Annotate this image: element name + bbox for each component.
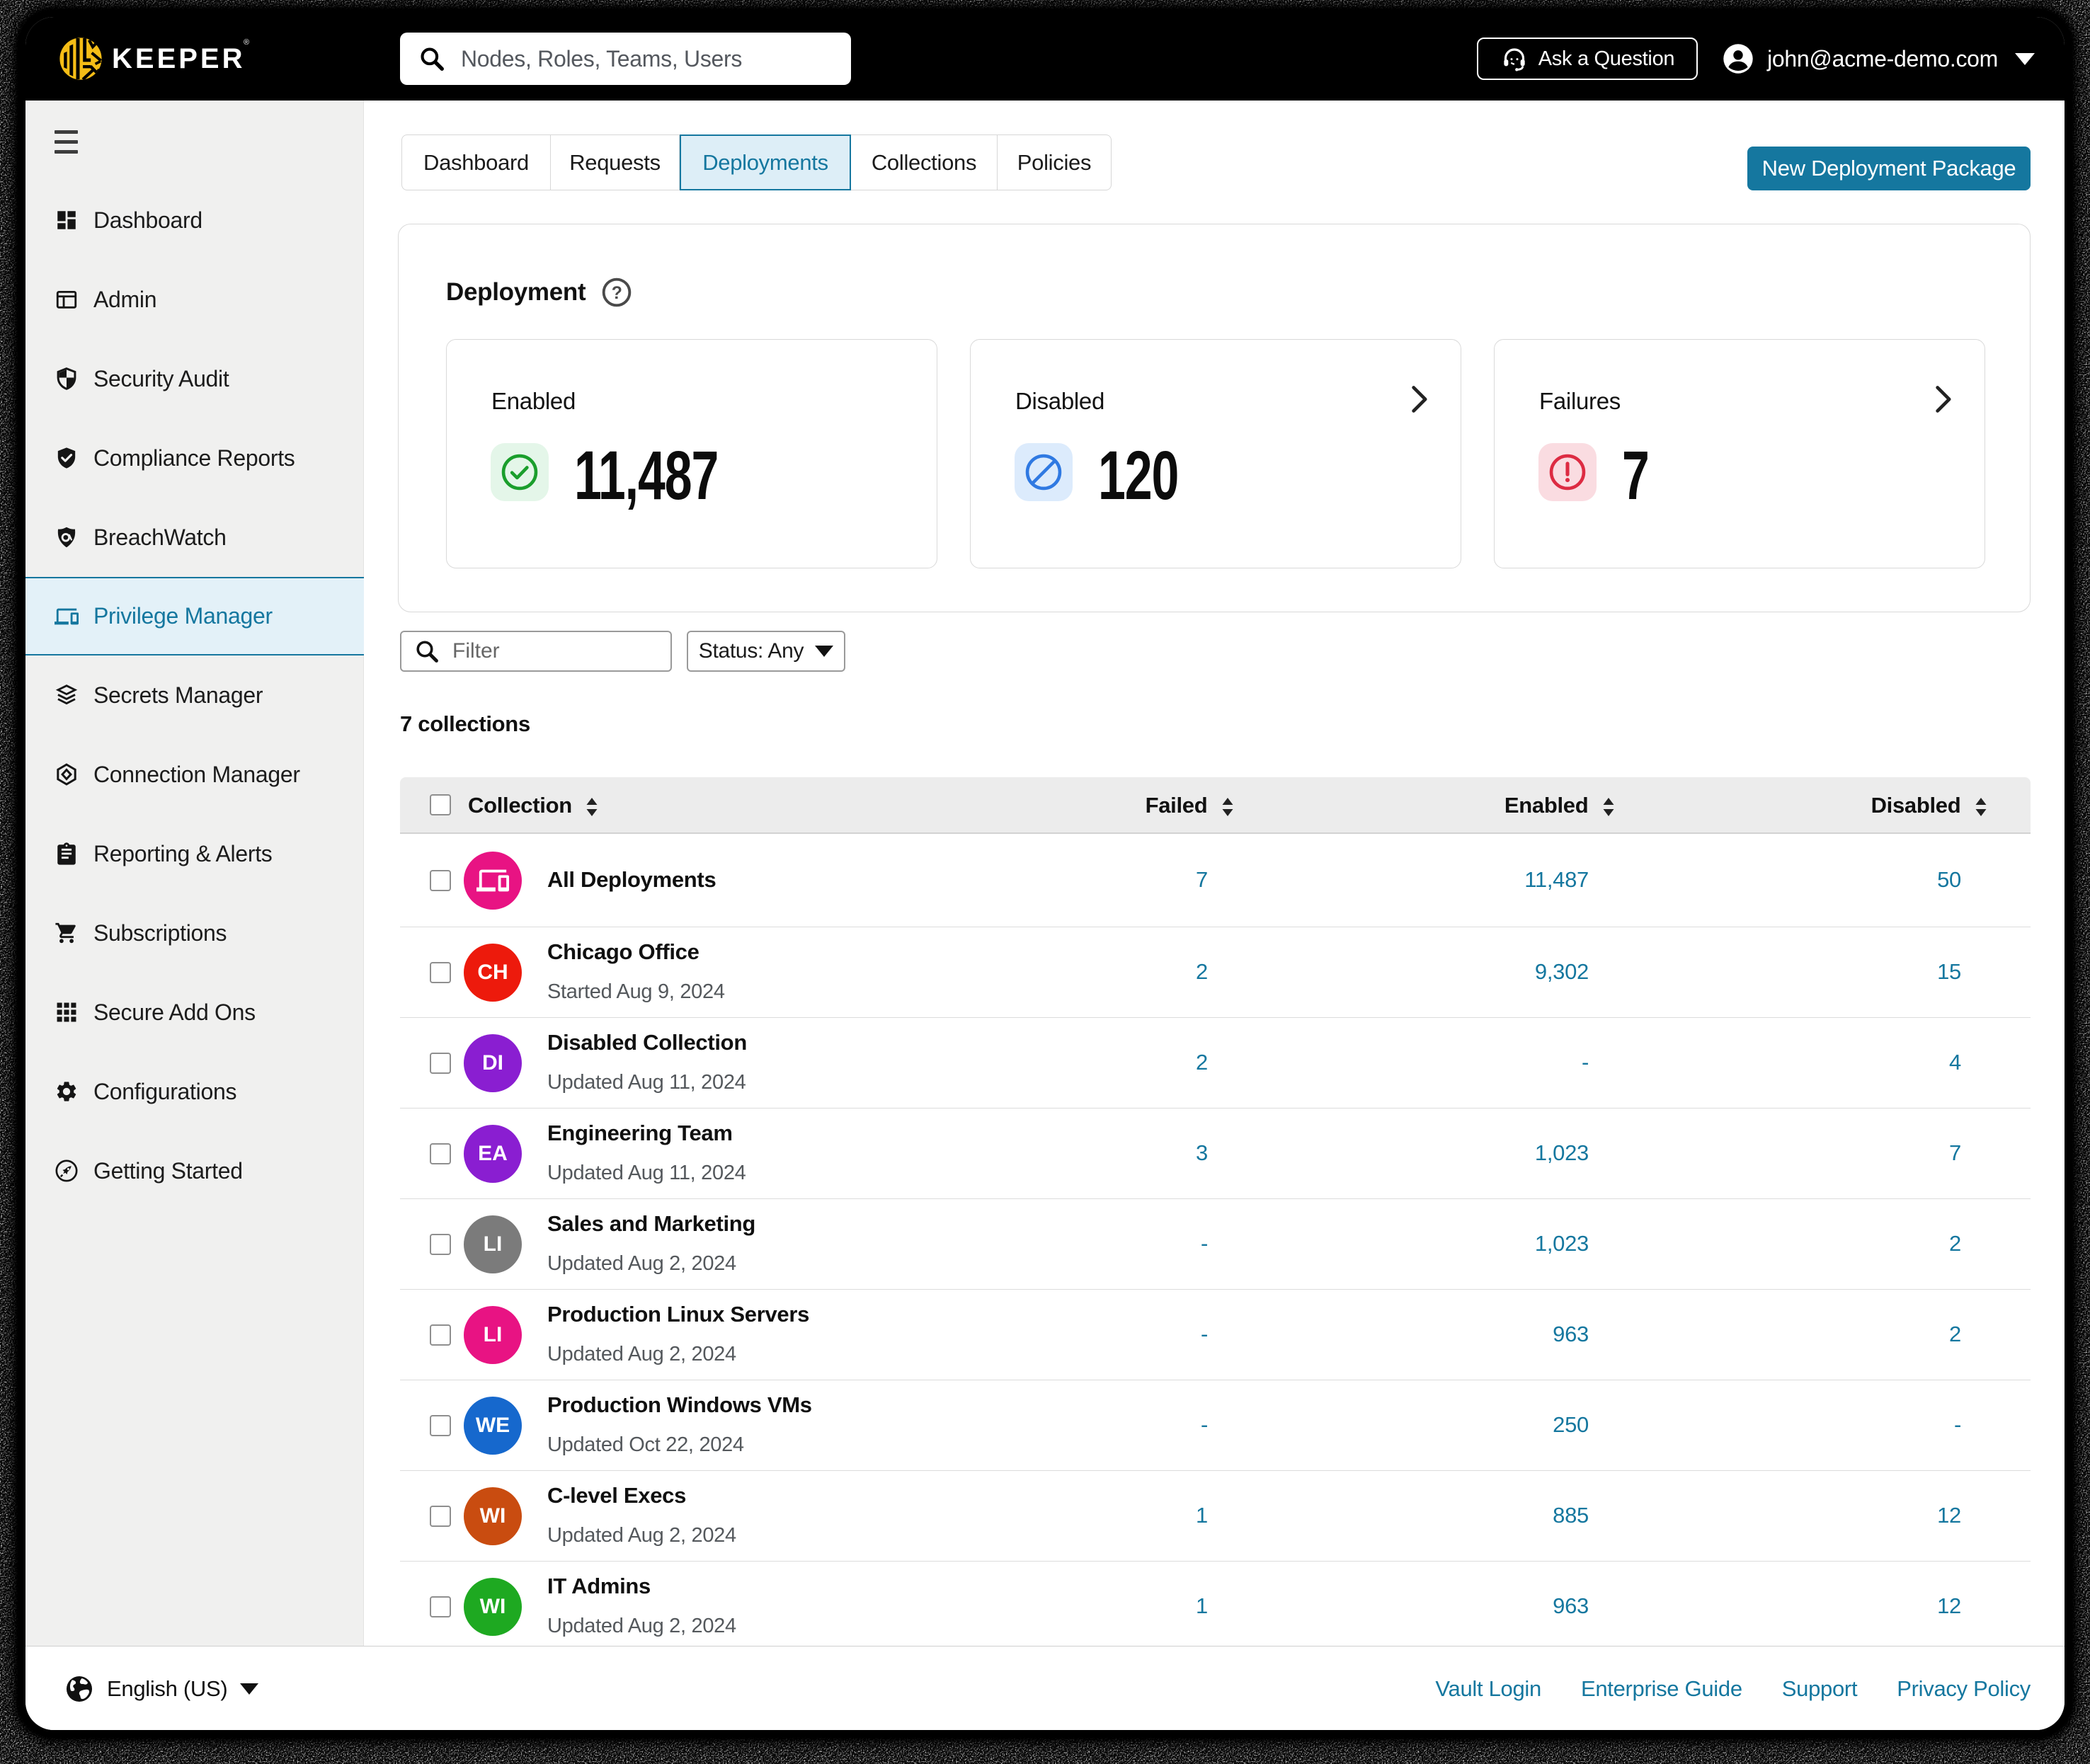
svg-text:?: ? [612,284,622,303]
